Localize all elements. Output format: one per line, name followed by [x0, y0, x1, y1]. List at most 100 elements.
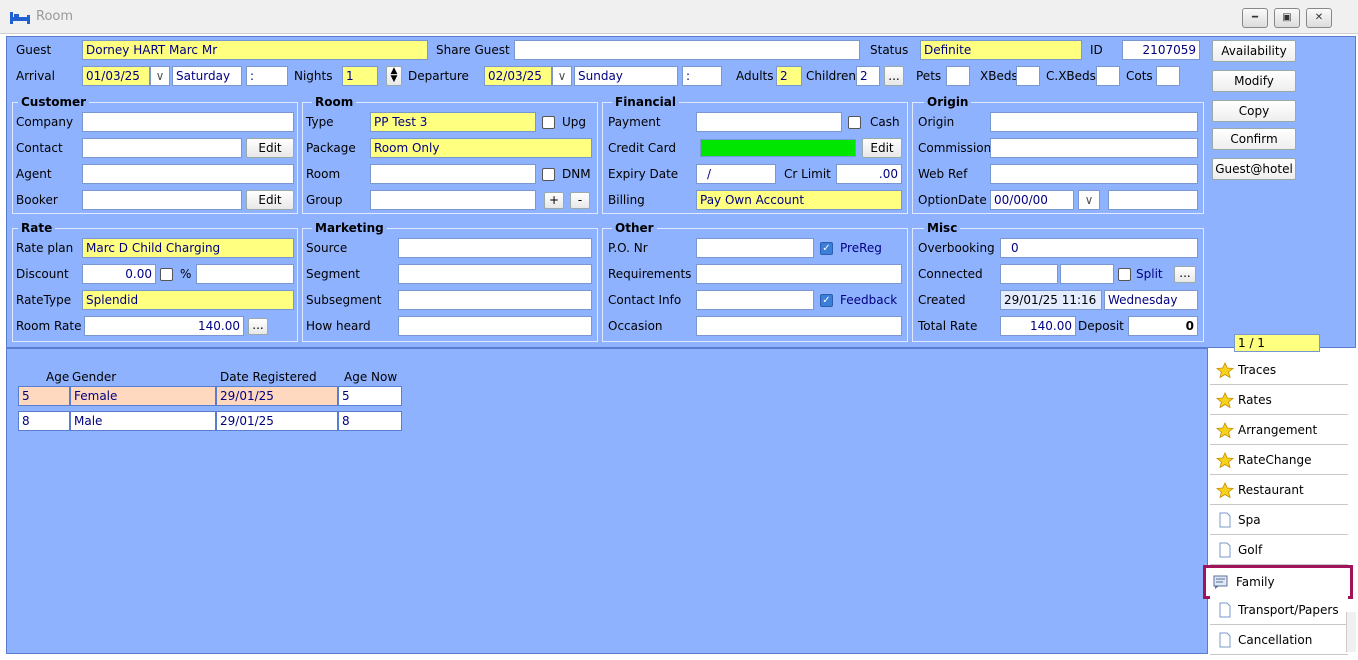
arrival-time-field[interactable]: : [246, 66, 288, 86]
family-row-2-age[interactable]: 8 [18, 411, 70, 431]
tabs-scrollbar[interactable] [1346, 612, 1356, 652]
family-row-1-gender[interactable]: Female [70, 386, 216, 406]
availability-button[interactable]: Availability [1212, 40, 1296, 62]
contact-field[interactable] [82, 138, 242, 158]
family-row-2-date[interactable]: 29/01/25 [216, 411, 338, 431]
group-field[interactable] [370, 190, 536, 210]
financial-title: Financial [612, 95, 679, 109]
upg-checkbox[interactable] [542, 116, 555, 129]
tab-arrangement[interactable]: Arrangement [1210, 415, 1348, 445]
contact-info-field[interactable] [696, 290, 814, 310]
how-heard-field[interactable] [398, 316, 592, 336]
contact-edit-button[interactable]: Edit [246, 138, 294, 158]
cxbeds-field[interactable] [1096, 66, 1120, 86]
status-field[interactable]: Definite [920, 40, 1082, 60]
po-number-field[interactable] [696, 238, 814, 258]
tab-rates[interactable]: Rates [1210, 385, 1348, 415]
overbooking-field[interactable]: 0 [1000, 238, 1198, 258]
split-checkbox[interactable] [1118, 268, 1131, 281]
source-field[interactable] [398, 238, 592, 258]
subsegment-field[interactable] [398, 290, 592, 310]
split-details-button[interactable]: ... [1174, 266, 1196, 283]
booker-field[interactable] [82, 190, 242, 210]
minimize-button[interactable]: ━ [1242, 8, 1268, 28]
page-icon [1219, 632, 1231, 648]
discount-extra-field[interactable] [196, 264, 294, 284]
departure-time-field[interactable]: : [682, 66, 722, 86]
nights-stepper[interactable]: ▲ ▼ [386, 66, 402, 86]
room-rate-field[interactable]: 140.00 [84, 316, 244, 336]
maximize-button[interactable]: ▣ [1274, 8, 1300, 28]
booker-edit-button[interactable]: Edit [246, 190, 294, 210]
option-date-field[interactable]: 00/00/00 [990, 190, 1074, 210]
room-number-field[interactable] [370, 164, 536, 184]
family-row-1-date[interactable]: 29/01/25 [216, 386, 338, 406]
agent-field[interactable] [82, 164, 294, 184]
departure-date-dropdown[interactable]: ∨ [552, 66, 572, 86]
pets-field[interactable] [946, 66, 970, 86]
cr-limit-label: Cr Limit [784, 167, 831, 181]
credit-card-edit-button[interactable]: Edit [862, 138, 902, 158]
copy-button[interactable]: Copy [1212, 100, 1296, 122]
children-details-button[interactable]: ... [884, 66, 904, 86]
family-row-1-age[interactable]: 5 [18, 386, 70, 406]
family-row-2-gender[interactable]: Male [70, 411, 216, 431]
cr-limit-field[interactable]: .00 [836, 164, 902, 184]
web-ref-field[interactable] [990, 164, 1198, 184]
arrival-date-dropdown[interactable]: ∨ [150, 66, 170, 86]
room-rate-details-button[interactable]: ... [248, 318, 268, 335]
option-date-dropdown[interactable]: ∨ [1078, 190, 1100, 210]
connected-field-2[interactable] [1060, 264, 1114, 284]
discount-field[interactable]: 0.00 [82, 264, 156, 284]
requirements-field[interactable] [696, 264, 902, 284]
commission-field[interactable] [990, 138, 1198, 158]
tab-traces[interactable]: Traces [1210, 355, 1348, 385]
tab-spa[interactable]: Spa [1210, 505, 1348, 535]
rate-plan-field[interactable]: Marc D Child Charging [82, 238, 294, 258]
room-type-field[interactable]: PP Test 3 [370, 112, 536, 132]
cots-field[interactable] [1156, 66, 1180, 86]
group-add-button[interactable]: + [544, 192, 564, 209]
origin-label: Origin [918, 115, 955, 129]
guest-field[interactable]: Dorney HART Marc Mr [82, 40, 428, 60]
discount-percent-checkbox[interactable] [160, 268, 173, 281]
tab-transport-papers[interactable]: Transport/Papers [1210, 595, 1348, 625]
origin-field[interactable] [990, 112, 1198, 132]
departure-date-field[interactable]: 02/03/25 [484, 66, 552, 86]
arrival-date-field[interactable]: 01/03/25 [82, 66, 150, 86]
tab-cancellation[interactable]: Cancellation [1210, 625, 1348, 655]
occasion-field[interactable] [696, 316, 902, 336]
close-button[interactable]: ✕ [1306, 8, 1332, 28]
deposit-field: 0 [1128, 316, 1198, 336]
dnm-checkbox[interactable] [542, 168, 555, 181]
adults-field[interactable]: 2 [776, 66, 802, 86]
prereg-checkbox[interactable]: ✓ [820, 242, 833, 255]
modify-button[interactable]: Modify [1212, 70, 1296, 92]
rate-type-field[interactable]: Splendid [82, 290, 294, 310]
percent-label: % [180, 267, 192, 281]
tab-golf[interactable]: Golf [1210, 535, 1348, 565]
tab-restaurant[interactable]: Restaurant [1210, 475, 1348, 505]
family-row-1-age-now[interactable]: 5 [338, 386, 402, 406]
tab-ratechange[interactable]: RateChange [1210, 445, 1348, 475]
share-guest-field[interactable] [514, 40, 860, 60]
cash-checkbox[interactable] [848, 116, 861, 129]
payment-field[interactable] [696, 112, 842, 132]
option-date-extra-field[interactable] [1108, 190, 1198, 210]
guest-hotel-button[interactable]: Guest@hotel [1212, 158, 1296, 180]
xbeds-field[interactable] [1016, 66, 1040, 86]
family-row-2-age-now[interactable]: 8 [338, 411, 402, 431]
package-field[interactable]: Room Only [370, 138, 592, 158]
tab-family[interactable]: Family [1203, 565, 1353, 599]
segment-field[interactable] [398, 264, 592, 284]
confirm-button[interactable]: Confirm [1212, 128, 1296, 150]
company-field[interactable] [82, 112, 294, 132]
nights-field[interactable]: 1 [342, 66, 378, 86]
credit-card-field[interactable] [700, 139, 856, 157]
group-remove-button[interactable]: - [570, 192, 590, 209]
children-field[interactable]: 2 [856, 66, 880, 86]
connected-field-1[interactable] [1000, 264, 1058, 284]
billing-field[interactable]: Pay Own Account [696, 190, 902, 210]
expiry-date-field[interactable]: / [696, 164, 776, 184]
feedback-checkbox[interactable]: ✓ [820, 294, 833, 307]
